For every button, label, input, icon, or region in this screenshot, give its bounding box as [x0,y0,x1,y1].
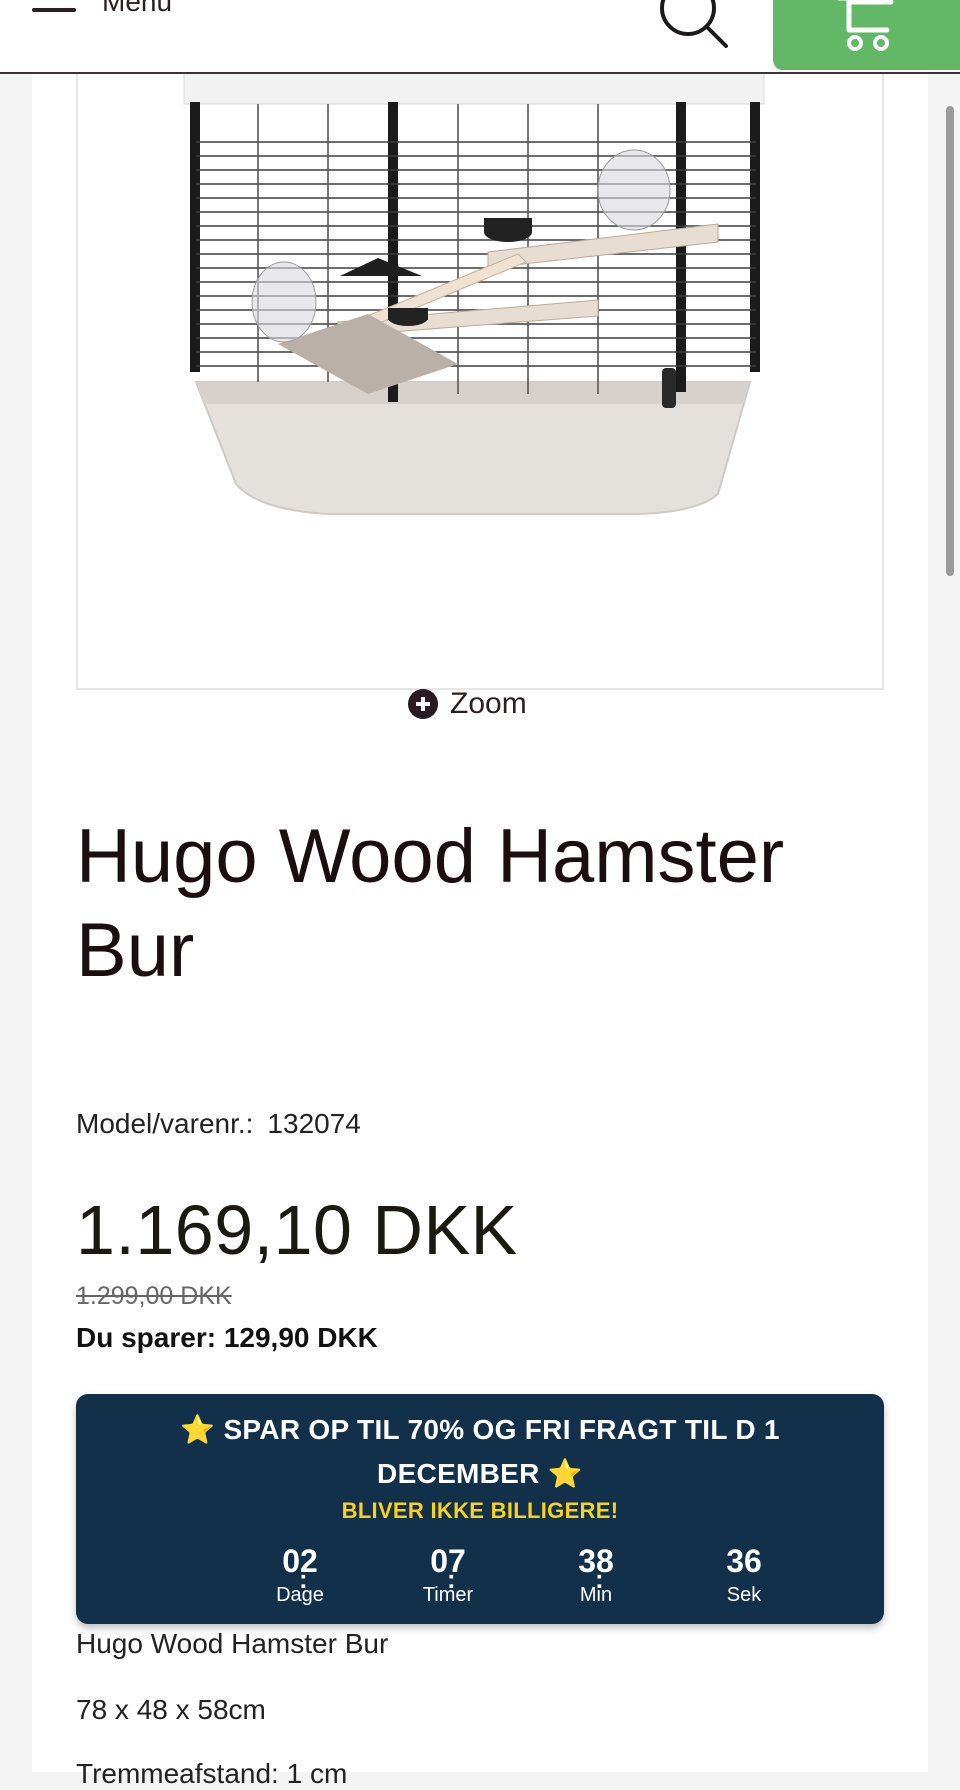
savings-text: Du sparer: 129,90 DKK [76,1322,378,1353]
current-price: 1.169,10 DKK [76,1191,518,1269]
description-line: Hugo Wood Hamster Bur [76,1628,389,1659]
product-page: Zoom Hugo Wood Hamster Bur Model/varenr.… [32,62,928,1789]
zoom-label: Zoom [450,687,527,720]
star-icon: ⭐ [547,1458,583,1489]
original-price: 1.299,00 DKK [76,1282,232,1310]
countdown-seconds: 36 Sek [684,1542,804,1610]
top-header: Menu [0,0,960,74]
zoom-button[interactable]: Zoom [408,682,527,726]
countdown-timer: 02 Dage : 07 Timer : 38 Min : 36 Sek [76,1542,884,1616]
product-image[interactable] [76,62,884,690]
promo-headline: ⭐ SPAR OP TIL 70% OG FRI FRAGT TIL D 1 D… [116,1408,844,1496]
page-scrollbar[interactable] [946,106,954,576]
cart-icon [837,0,894,51]
promo-subline: BLIVER IKKE BILLIGERE! [341,1498,619,1523]
plus-circle-icon [408,689,438,719]
description-line: 78 x 48 x 58cm [76,1694,266,1725]
search-button[interactable] [656,0,732,52]
countdown-value: 36 [726,1543,762,1579]
countdown-separator: : [299,1564,308,1594]
model-label: Model/varenr.: [76,1108,254,1139]
search-icon [660,0,728,48]
countdown-separator: : [595,1564,604,1594]
description-line: Tremmeafstand: 1 cm [76,1758,348,1789]
model-number: Model/varenr.: 132074 [76,1108,361,1140]
hamburger-icon[interactable] [32,0,76,14]
promo-headline-text: SPAR OP TIL 70% OG FRI FRAGT TIL D 1 DEC… [223,1414,780,1489]
countdown-separator: : [447,1564,456,1594]
cart-button[interactable] [773,0,960,70]
hamster-cage-illustration [183,64,765,515]
star-icon: ⭐ [180,1414,216,1445]
countdown-label: Sek [726,1584,762,1606]
model-value: 132074 [267,1108,361,1139]
promo-banner: ⭐ SPAR OP TIL 70% OG FRI FRAGT TIL D 1 D… [76,1394,884,1624]
menu-label[interactable]: Menu [102,0,172,18]
product-title: Hugo Wood Hamster Bur [76,814,785,993]
